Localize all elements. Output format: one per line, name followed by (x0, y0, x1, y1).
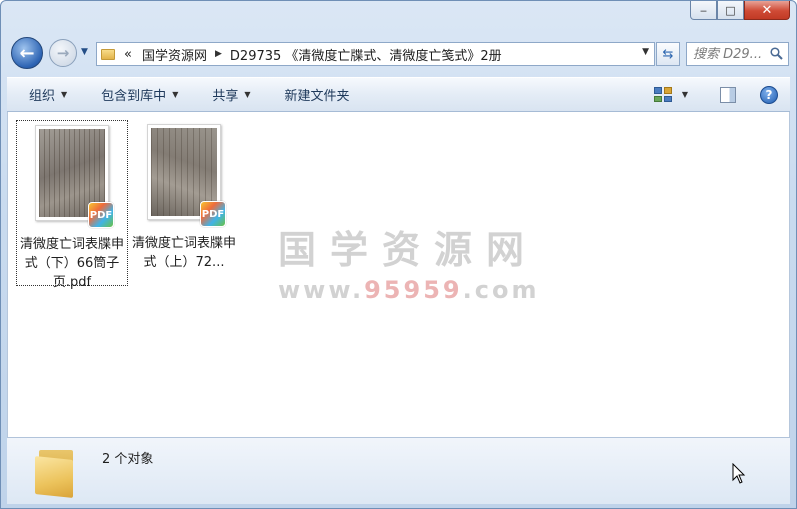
new-folder-button[interactable]: 新建文件夹 (263, 78, 362, 111)
views-icon (653, 87, 672, 102)
view-options-dropdown[interactable]: ▼ (678, 78, 706, 111)
forward-arrow-icon: → (56, 44, 70, 62)
recent-pages-dropdown[interactable]: ▼ (81, 47, 88, 57)
watermark-url: www.95959.com (278, 276, 538, 304)
pdf-icon: PDF (88, 202, 114, 228)
pdf-icon: PDF (200, 201, 226, 227)
maximize-button[interactable]: □ (717, 1, 744, 20)
watermark-url-number: 95959 (364, 276, 463, 304)
include-in-library-menu[interactable]: 包含到库中 ▼ (79, 78, 190, 111)
chevron-down-icon: ▼ (172, 90, 179, 99)
search-input[interactable] (693, 46, 768, 62)
breadcrumb-overflow[interactable]: « (119, 47, 137, 62)
search-box[interactable] (686, 42, 789, 66)
preview-pane-icon (720, 86, 736, 103)
share-label: 共享 (212, 89, 239, 104)
breadcrumb-root[interactable]: 国学资源网 (137, 45, 212, 64)
watermark: 国学资源网 www.95959.com (278, 219, 538, 304)
chevron-down-icon: ▼ (61, 90, 68, 99)
chevron-down-icon: ▼ (681, 90, 688, 99)
organize-menu[interactable]: 组织 ▼ (7, 78, 79, 111)
breadcrumb-current[interactable]: D29735 《清微度亡牒式、清微度亡笺式》2册 (225, 45, 507, 64)
help-button[interactable]: ? (750, 78, 790, 111)
search-icon (770, 47, 783, 60)
address-bar[interactable]: « 国学资源网 ▶ D29735 《清微度亡牒式、清微度亡笺式》2册 ▼ (96, 42, 655, 66)
include-library-label: 包含到库中 (101, 89, 167, 104)
forward-button[interactable]: → (49, 39, 77, 67)
back-arrow-icon: ← (19, 42, 35, 64)
organize-label: 组织 (29, 89, 56, 104)
explorer-window: ‒ □ ✕ ← → ▼ « 国学资源网 ▶ D29735 《清微度亡牒式、清微度… (0, 0, 797, 509)
preview-pane-button[interactable] (706, 78, 750, 111)
refresh-button[interactable]: ⇆ (656, 42, 680, 66)
file-item[interactable]: PDF 清微度亡词表牒申式（上）72... (128, 120, 240, 286)
file-name: 清微度亡词表牒申式（下）66筒子页.pdf (19, 237, 124, 290)
breadcrumb-separator-icon[interactable]: ▶ (212, 49, 225, 59)
item-count: 2 个对象 (102, 452, 154, 467)
command-bar: 组织 ▼ 包含到库中 ▼ 共享 ▼ 新建文件夹 ▼ ? (7, 77, 790, 112)
watermark-title: 国学资源网 (278, 228, 539, 272)
folder-icon (35, 446, 77, 498)
change-view-button[interactable] (648, 78, 678, 111)
caption-buttons: ‒ □ ✕ (690, 1, 790, 20)
refresh-icon: ⇆ (662, 46, 674, 62)
new-folder-label: 新建文件夹 (284, 89, 350, 104)
share-menu[interactable]: 共享 ▼ (190, 78, 262, 111)
file-list-pane[interactable]: 国学资源网 www.95959.com PDF 清微度亡词表牒申式（下）66筒子… (7, 112, 790, 437)
help-icon: ? (760, 85, 778, 104)
chevron-down-icon: ▼ (244, 90, 251, 99)
file-thumbnail: PDF (35, 125, 114, 228)
toolbar-right: ▼ ? (648, 78, 790, 111)
file-name: 清微度亡词表牒申式（上）72... (131, 236, 236, 270)
mouse-cursor-icon (732, 463, 746, 484)
watermark-url-prefix: www. (278, 276, 365, 304)
file-item[interactable]: PDF 清微度亡词表牒申式（下）66筒子页.pdf (16, 120, 128, 290)
address-dropdown-icon[interactable]: ▼ (642, 47, 649, 57)
back-button[interactable]: ← (11, 37, 43, 69)
file-thumbnail: PDF (147, 124, 226, 227)
minimize-button[interactable]: ‒ (690, 1, 717, 20)
watermark-url-suffix: .com (462, 276, 540, 304)
folder-icon (97, 43, 119, 65)
details-pane: 2 个对象 (7, 437, 790, 504)
close-button[interactable]: ✕ (744, 1, 790, 20)
